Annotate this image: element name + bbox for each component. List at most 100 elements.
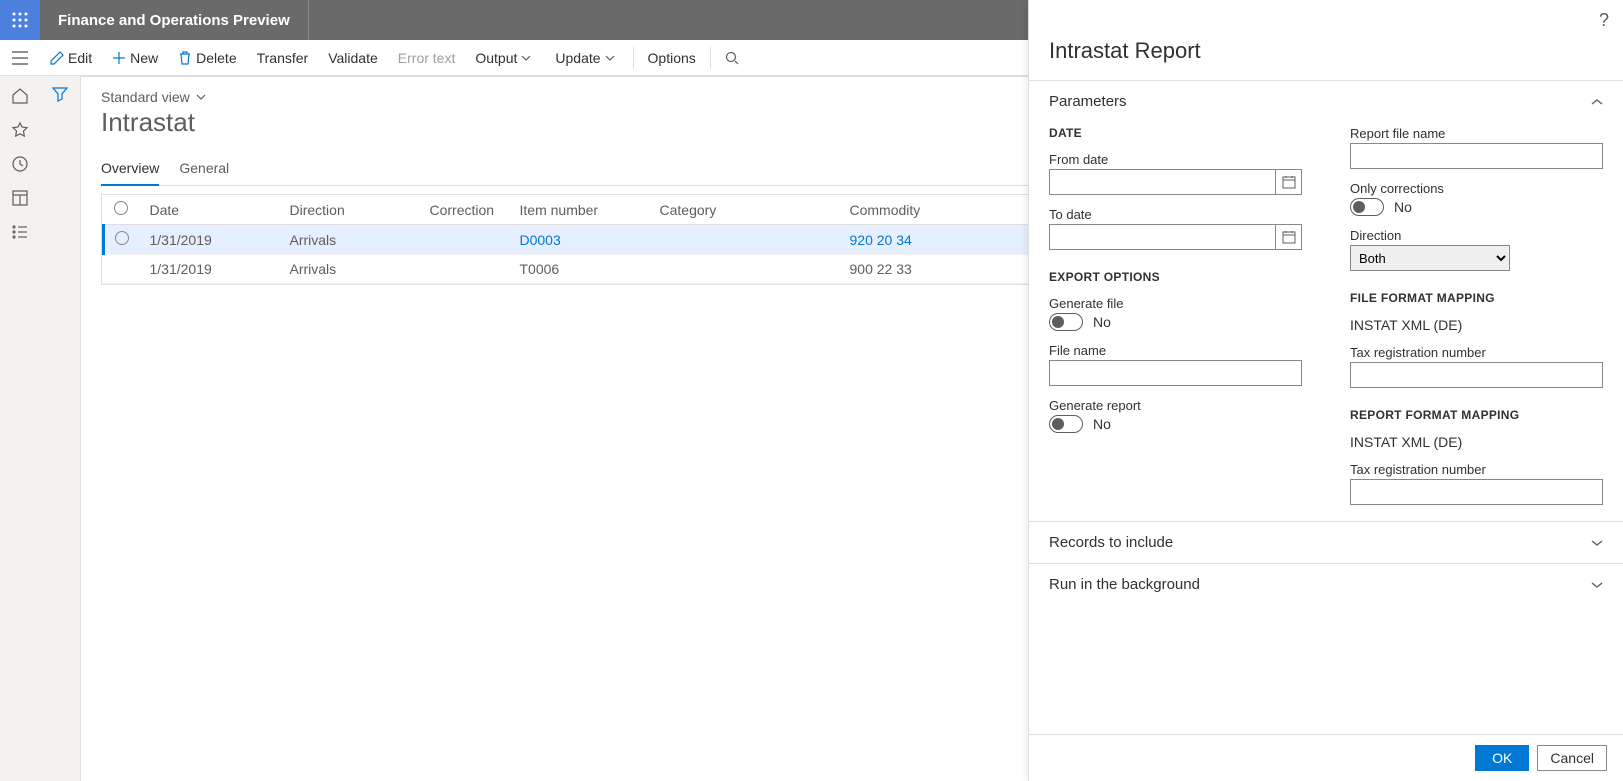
home-button[interactable] [10, 86, 30, 106]
trash-icon [178, 51, 192, 65]
cancel-button[interactable]: Cancel [1537, 745, 1607, 771]
section-parameters-header[interactable]: Parameters [1029, 81, 1623, 122]
chevron-down-icon [605, 55, 615, 61]
col-correction[interactable]: Correction [420, 195, 510, 225]
parameters-right-column: Report file name Only corrections No Dir… [1350, 126, 1603, 505]
modules-button[interactable] [10, 222, 30, 242]
col-item-number[interactable]: Item number [510, 195, 650, 225]
group-date: DATE [1049, 126, 1302, 140]
search-icon [725, 51, 739, 65]
transfer-button[interactable]: Transfer [247, 40, 319, 76]
waffle-icon [12, 12, 28, 28]
chevron-down-icon [521, 55, 531, 61]
generate-report-toggle[interactable]: No [1049, 415, 1302, 433]
clock-icon [11, 155, 29, 173]
label-from-date: From date [1049, 152, 1302, 167]
label-tax-reg-file: Tax registration number [1350, 345, 1603, 360]
calendar-icon [1282, 175, 1296, 189]
error-text-button: Error text [388, 40, 466, 76]
col-date[interactable]: Date [140, 195, 280, 225]
select-all-toggle[interactable] [114, 201, 128, 215]
edit-button[interactable]: Edit [40, 40, 102, 76]
group-report-format: REPORT FORMAT MAPPING [1350, 408, 1603, 422]
ok-button[interactable]: OK [1475, 745, 1529, 771]
cell-category [650, 255, 840, 284]
cell-item-number[interactable]: D0003 [510, 225, 650, 255]
toggle-state: No [1394, 199, 1412, 215]
app-launcher-button[interactable] [0, 0, 40, 40]
cell-date: 1/31/2019 [140, 225, 280, 255]
cell-date: 1/31/2019 [140, 255, 280, 284]
file-name-input[interactable] [1049, 360, 1302, 386]
star-icon [11, 121, 29, 139]
label-generate-report: Generate report [1049, 398, 1302, 413]
toggle-state: No [1093, 416, 1111, 432]
from-date-picker-button[interactable] [1276, 169, 1302, 195]
label-tax-reg-report: Tax registration number [1350, 462, 1603, 477]
cell-direction: Arrivals [280, 255, 420, 284]
filter-pane-toggle[interactable] [40, 76, 80, 781]
cell-direction: Arrivals [280, 225, 420, 255]
help-button[interactable]: ? [1599, 10, 1609, 31]
plus-icon [112, 51, 126, 65]
grid-icon [11, 189, 29, 207]
col-direction[interactable]: Direction [280, 195, 420, 225]
row-selector[interactable] [115, 231, 129, 245]
new-label: New [130, 50, 158, 66]
cell-category [650, 225, 840, 255]
dialog-footer: OK Cancel [1029, 734, 1623, 781]
calendar-icon [1282, 230, 1296, 244]
chevron-down-icon [1591, 581, 1603, 589]
generate-file-toggle[interactable]: No [1049, 313, 1302, 331]
to-date-picker-button[interactable] [1276, 224, 1302, 250]
report-format-value: INSTAT XML (DE) [1350, 434, 1603, 450]
separator [710, 47, 711, 69]
cell-correction [420, 255, 510, 284]
tab-overview[interactable]: Overview [101, 154, 159, 186]
file-format-value: INSTAT XML (DE) [1350, 317, 1603, 333]
dialog-intrastat-report: ? Intrastat Report Parameters DATE From … [1028, 0, 1623, 781]
section-parameters: Parameters DATE From date To date [1029, 80, 1623, 521]
options-button[interactable]: Options [638, 40, 706, 76]
label-only-corrections: Only corrections [1350, 181, 1603, 196]
label-report-file-name: Report file name [1350, 126, 1603, 141]
cell-correction [420, 225, 510, 255]
output-button[interactable]: Output [465, 40, 545, 76]
col-category[interactable]: Category [650, 195, 840, 225]
only-corrections-toggle[interactable]: No [1350, 198, 1603, 216]
section-records-header[interactable]: Records to include [1029, 522, 1623, 563]
report-file-name-input[interactable] [1350, 143, 1603, 169]
group-file-format: FILE FORMAT MAPPING [1350, 291, 1603, 305]
direction-select[interactable]: Both [1350, 245, 1510, 271]
recent-button[interactable] [10, 154, 30, 174]
section-background: Run in the background [1029, 563, 1623, 605]
group-export-options: EXPORT OPTIONS [1049, 270, 1302, 284]
favorites-button[interactable] [10, 120, 30, 140]
separator [633, 47, 634, 69]
from-date-input[interactable] [1049, 169, 1276, 195]
label-direction: Direction [1350, 228, 1603, 243]
update-button[interactable]: Update [545, 40, 628, 76]
search-button[interactable] [715, 40, 753, 76]
filter-icon [52, 86, 68, 102]
new-button[interactable]: New [102, 40, 168, 76]
label-file-name: File name [1049, 343, 1302, 358]
dialog-title: Intrastat Report [1029, 0, 1623, 80]
tax-reg-file-input[interactable] [1350, 362, 1603, 388]
chevron-down-icon [1591, 539, 1603, 547]
section-records: Records to include [1029, 521, 1623, 563]
list-icon [11, 223, 29, 241]
pencil-icon [50, 51, 64, 65]
delete-button[interactable]: Delete [168, 40, 246, 76]
chevron-down-icon [196, 94, 206, 100]
app-title: Finance and Operations Preview [40, 0, 309, 40]
parameters-left-column: DATE From date To date [1049, 126, 1302, 505]
tab-general[interactable]: General [179, 154, 229, 185]
tax-reg-report-input[interactable] [1350, 479, 1603, 505]
nav-toggle-button[interactable] [0, 40, 40, 76]
validate-button[interactable]: Validate [318, 40, 388, 76]
to-date-input[interactable] [1049, 224, 1276, 250]
section-background-header[interactable]: Run in the background [1029, 564, 1623, 605]
label-generate-file: Generate file [1049, 296, 1302, 311]
workspaces-button[interactable] [10, 188, 30, 208]
